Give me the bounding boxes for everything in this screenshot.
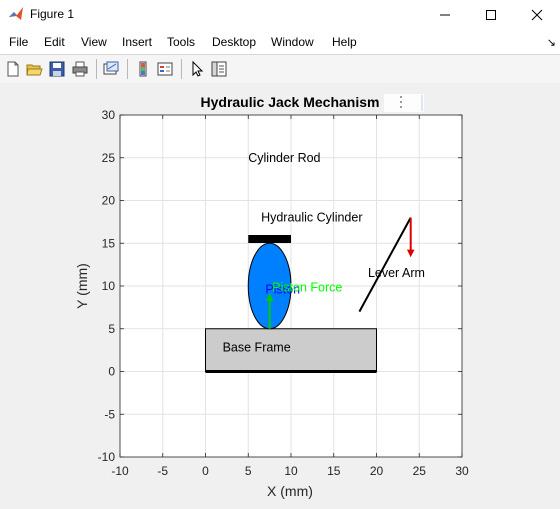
axes-toolbar[interactable] (384, 94, 424, 112)
menu-bar: File Edit View Insert Tools Desktop Wind… (0, 30, 560, 54)
y-tick-label: 15 (102, 236, 116, 250)
window-titlebar: Figure 1 (0, 0, 560, 30)
window-title: Figure 1 (30, 7, 75, 21)
y-tick-label: -5 (104, 407, 115, 421)
menu-desktop[interactable]: Desktop (212, 35, 256, 49)
y-tick-label: 10 (102, 279, 116, 293)
axes-svg[interactable]: -10 -5 0 5 10 15 20 25 30 -10 -5 0 5 10 15 20 25 30 Cylin… (0, 83, 560, 504)
menu-tools[interactable]: Tools (167, 35, 195, 49)
y-axis-label: Y (mm) (74, 263, 90, 309)
menu-view[interactable]: View (81, 35, 107, 49)
x-tick-label: 25 (413, 464, 427, 478)
print-icon[interactable] (71, 60, 89, 78)
figure-canvas: -10 -5 0 5 10 15 20 25 30 -10 -5 0 5 10 15 20 25 30 Cylin… (0, 83, 560, 504)
x-axis-label: X (mm) (267, 483, 313, 499)
insert-legend-icon[interactable] (156, 60, 174, 78)
toolbar-separator (181, 59, 182, 79)
figure-toolbar (0, 54, 560, 84)
x-tick-label: 10 (284, 464, 298, 478)
x-tick-label: -10 (111, 464, 129, 478)
y-tick-label: 5 (108, 322, 115, 336)
minimize-icon (440, 14, 450, 16)
close-button[interactable] (514, 0, 560, 30)
matlab-icon (9, 7, 23, 20)
toolbar-separator (96, 59, 97, 79)
chart-title: Hydraulic Jack Mechanism (201, 94, 380, 110)
edit-plot-icon[interactable] (188, 60, 206, 78)
x-tick-label: 20 (370, 464, 384, 478)
x-tick-label: 15 (327, 464, 341, 478)
y-tick-label: -10 (98, 450, 116, 464)
x-tick-label: 30 (455, 464, 469, 478)
dock-figure-icon[interactable]: ↘ (547, 36, 556, 49)
close-icon (531, 9, 543, 21)
insert-colorbar-icon[interactable] (134, 60, 152, 78)
minimize-button[interactable] (422, 0, 468, 30)
y-tick-label: 20 (102, 194, 116, 208)
link-plot-icon[interactable] (102, 60, 120, 78)
y-tick-label: 25 (102, 151, 116, 165)
menu-edit[interactable]: Edit (44, 35, 65, 49)
open-file-icon[interactable] (25, 60, 43, 78)
menu-file[interactable]: File (9, 35, 28, 49)
y-tick-label: 0 (108, 365, 115, 379)
annotation-label: Hydraulic Cylinder (261, 211, 362, 225)
menu-help[interactable]: Help (332, 35, 357, 49)
menu-insert[interactable]: Insert (122, 35, 152, 49)
maximize-button[interactable] (468, 0, 514, 30)
maximize-icon (486, 10, 496, 20)
annotation-label: Lever Arm (368, 266, 425, 280)
new-figure-icon[interactable] (4, 60, 22, 78)
menu-window[interactable]: Window (271, 35, 314, 49)
x-tick-label: -5 (157, 464, 168, 478)
x-tick-label: 5 (245, 464, 252, 478)
toolbar-separator (127, 59, 128, 79)
annotation-label: Piston Force (272, 281, 342, 295)
save-icon[interactable] (48, 60, 66, 78)
annotation-label: Cylinder Rod (248, 151, 320, 165)
y-tick-label: 30 (102, 108, 116, 122)
x-tick-label: 0 (202, 464, 209, 478)
annotation-label: Base Frame (223, 341, 291, 355)
property-inspector-icon[interactable] (210, 60, 228, 78)
